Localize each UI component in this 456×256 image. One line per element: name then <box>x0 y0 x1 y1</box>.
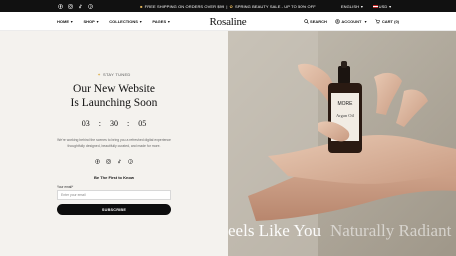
countdown-hours: 03 <box>81 119 90 128</box>
countdown-separator: : <box>127 119 130 128</box>
chevron-down-icon: ▼ <box>388 4 392 9</box>
product-name: Argan Oil <box>336 113 355 118</box>
tiktok-icon[interactable] <box>117 159 122 164</box>
sparkle-icon: ✦ <box>97 72 102 77</box>
account-button[interactable]: ACCOUNT ▼ <box>335 19 367 24</box>
sale-text: SPRING BEAUTY SALE - UP TO 50% OFF <box>234 3 316 9</box>
user-icon <box>335 19 340 24</box>
email-placeholder: Enter your email <box>61 193 86 197</box>
hero-image: MORE Argan Oil eels Like You Naturally R… <box>228 31 456 256</box>
title-line-1: Our New Website <box>73 83 155 95</box>
header-tools: SEARCH ACCOUNT ▼ CART (0) <box>303 12 399 31</box>
search-label: SEARCH <box>310 19 327 24</box>
signup-title: Be The First to Know <box>94 175 134 180</box>
gift-icon: ■ <box>140 3 143 9</box>
currency-label: USD <box>378 3 388 9</box>
page-title: Our New Website Is Launching Soon <box>0 82 228 110</box>
chevron-down-icon: ▼ <box>363 19 368 24</box>
search-icon <box>303 19 309 24</box>
coming-soon-panel: ✦ STAY TUNED Our New Website Is Launching… <box>0 31 228 256</box>
subscribe-button[interactable]: SUBSCRIBE <box>57 204 171 215</box>
announcement-bar: ■ FREE SHIPPING ON ORDERS OVER $99 | ✿ S… <box>0 0 456 12</box>
marquee-text-2: Naturally Radiant <box>330 221 452 240</box>
email-field[interactable]: Enter your email <box>57 190 171 200</box>
cart-label: CART (0) <box>381 19 399 24</box>
cart-icon <box>375 19 381 24</box>
us-flag-icon <box>372 4 378 9</box>
flower-icon: ✿ <box>229 3 233 9</box>
account-label: ACCOUNT <box>341 19 362 24</box>
facebook-icon[interactable] <box>95 159 100 164</box>
preferences: ENGLISH▼ USD▼ <box>341 0 392 12</box>
marquee-part-1: eels Like You <box>228 221 322 240</box>
marquee-text-1: eels Like You <box>228 221 321 241</box>
instagram-icon[interactable] <box>106 159 111 164</box>
cart-button[interactable]: CART (0) <box>375 19 399 24</box>
language-label: ENGLISH <box>340 3 360 9</box>
product-brand: MORE <box>338 101 354 107</box>
currency-selector[interactable]: USD▼ <box>372 3 392 9</box>
promo-text: FREE SHIPPING ON ORDERS OVER $99 <box>144 3 225 9</box>
countdown-separator: : <box>98 119 101 128</box>
promo-separator: | <box>226 3 228 9</box>
description-line-2: thoughtfully designed, beautifully curat… <box>67 143 161 148</box>
search-button[interactable]: SEARCH <box>303 19 327 24</box>
description: We're working behind the scenes to bring… <box>44 138 184 149</box>
eyebrow-text: STAY TUNED <box>103 72 131 77</box>
site-header: HOME ▼ SHOP ▼ COLLECTIONS ▼ PAGES ▼ Rosaline… <box>0 12 456 31</box>
social-links <box>0 159 228 164</box>
email-label: Your email* <box>57 185 74 189</box>
countdown-timer: 03 : 30 : 05 <box>0 119 228 128</box>
language-selector[interactable]: ENGLISH▼ <box>341 4 364 9</box>
pinterest-icon[interactable] <box>128 159 133 164</box>
description-line-1: We're working behind the scenes to bring… <box>57 138 171 142</box>
countdown-minutes: 30 <box>110 119 118 128</box>
chevron-down-icon: ▼ <box>360 4 364 9</box>
eyebrow: ✦ STAY TUNED <box>0 72 228 77</box>
title-line-2: Is Launching Soon <box>70 97 158 109</box>
countdown-seconds: 05 <box>138 119 147 128</box>
